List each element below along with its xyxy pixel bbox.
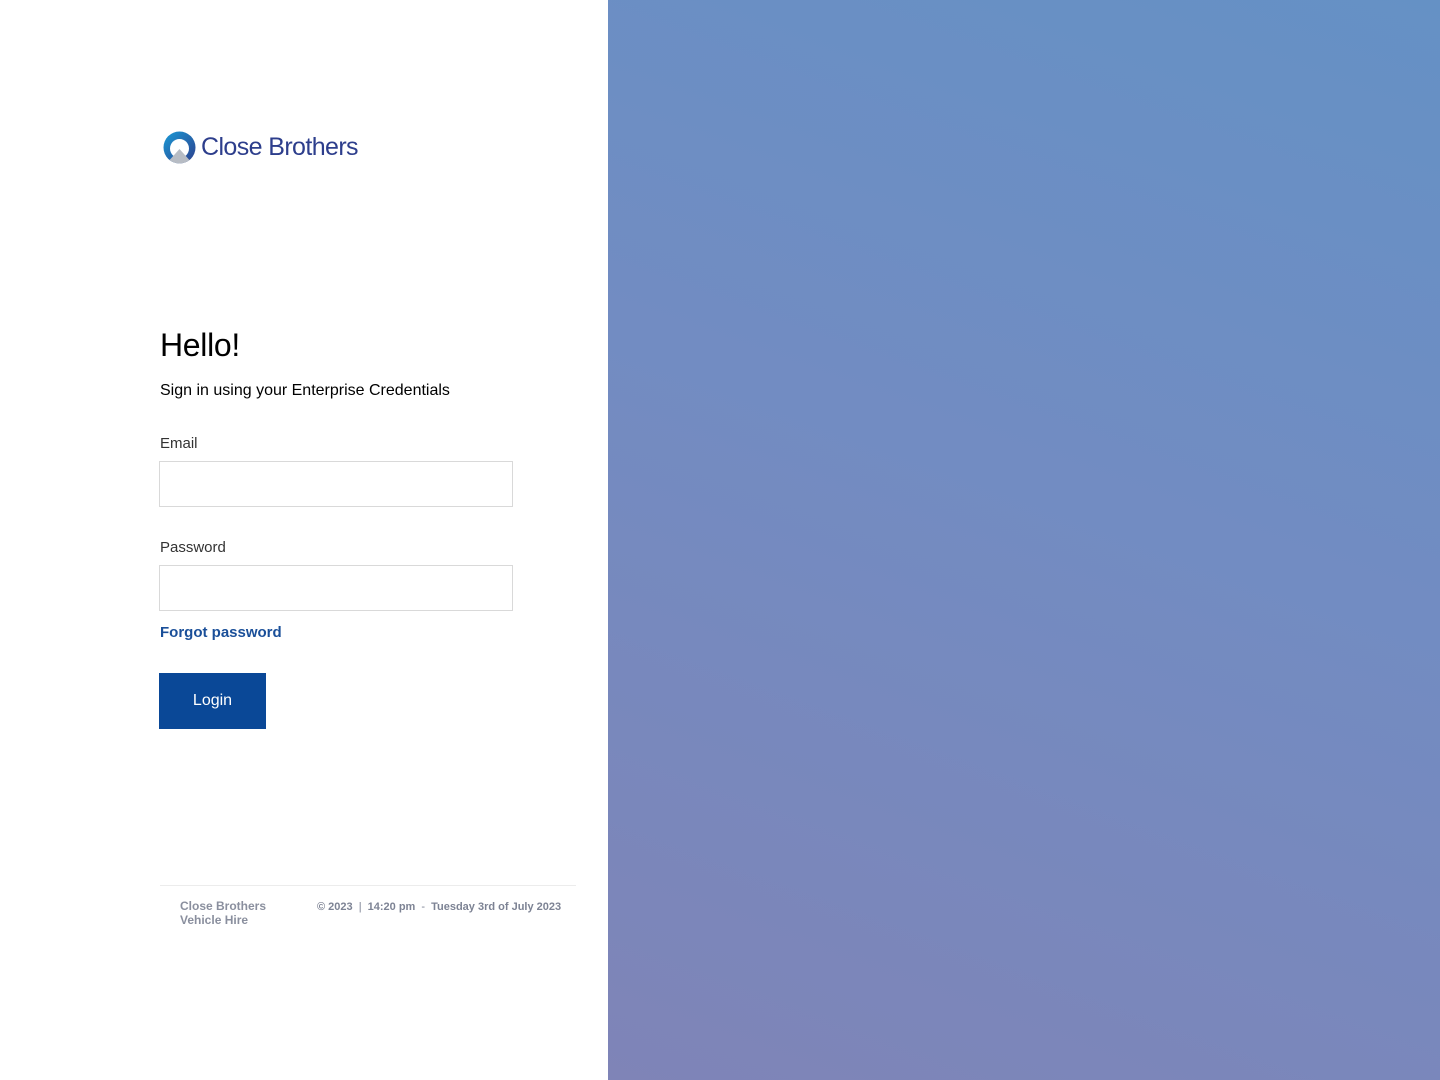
page-title: Hello!	[160, 327, 241, 363]
close-brothers-logo-icon	[163, 131, 196, 164]
footer-dash: -	[418, 901, 429, 913]
page-subtitle: Sign in using your Enterprise Credential…	[160, 382, 450, 399]
login-panel: Close Brothers Hello! Sign in using your…	[0, 0, 608, 1080]
login-button[interactable]: Login	[159, 673, 266, 729]
brand-logo: Close Brothers	[163, 131, 359, 164]
footer-company: Close Brothers Vehicle Hire	[180, 899, 267, 927]
footer-copyright: © 2023	[317, 901, 353, 913]
email-label: Email	[160, 435, 198, 452]
brand-name: Close Brothers	[201, 133, 359, 161]
email-field[interactable]	[159, 461, 513, 507]
forgot-password-link[interactable]: Forgot password	[160, 624, 282, 641]
password-field[interactable]	[159, 565, 513, 611]
decorative-gradient-panel	[608, 0, 1440, 1080]
footer-meta: © 2023 | 14:20 pm - Tuesday 3rd of July …	[317, 901, 561, 913]
footer-separator: |	[355, 901, 365, 913]
password-label: Password	[160, 539, 226, 556]
footer-divider	[160, 885, 576, 886]
footer-time: 14:20 pm	[367, 901, 416, 913]
footer-date: Tuesday 3rd of July 2023	[431, 901, 562, 913]
